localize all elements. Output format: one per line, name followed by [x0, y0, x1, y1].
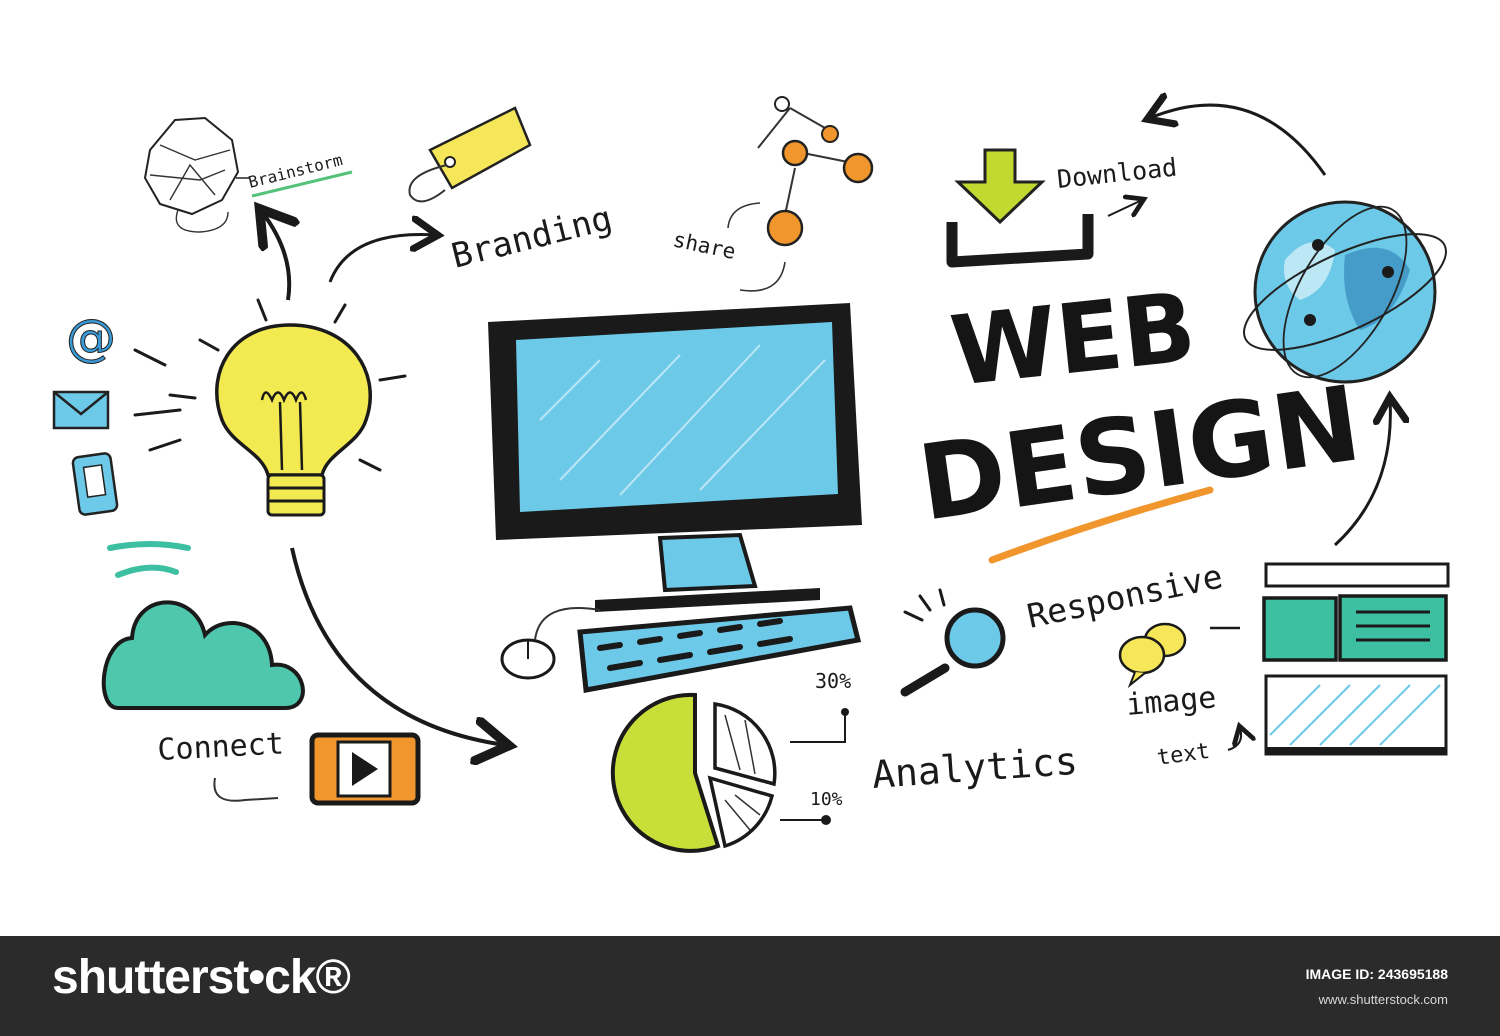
crumpled-paper-icon	[143, 116, 250, 233]
magnifier-icon	[900, 588, 1006, 697]
footer-bar: shutterst•ck® IMAGE ID: 243695188 www.sh…	[0, 936, 1500, 1036]
pie-chart-icon	[610, 692, 849, 853]
shutterstock-logo[interactable]: shutterst•ck®	[52, 950, 351, 1005]
connect-label: Connect	[157, 726, 285, 768]
image-label: image	[1125, 680, 1218, 723]
connect-cable	[213, 777, 279, 802]
at-sign-icon: @	[66, 309, 116, 367]
arrow-to-computer	[290, 547, 505, 745]
illustration: Brainstorm Branding share Download WEB D…	[52, 0, 1450, 853]
percent-10-label: 10%	[810, 789, 843, 810]
title-web: WEB	[946, 271, 1201, 408]
computer-icon	[488, 303, 862, 612]
share-label: share	[671, 227, 738, 264]
branding-label: Branding	[448, 198, 617, 276]
phone-icon	[71, 452, 119, 516]
download-label: Download	[1056, 153, 1179, 194]
lightbulb-icon	[133, 298, 407, 517]
mail-icon	[52, 390, 110, 430]
analytics-label: Analytics	[871, 739, 1079, 797]
site-url[interactable]: www.shutterstock.com	[1319, 992, 1448, 1007]
text-arrow	[1227, 728, 1241, 751]
image-id-label: IMAGE ID: 243695188	[1305, 966, 1448, 982]
arrow-to-brainstorm	[262, 212, 289, 301]
play-icon	[309, 732, 421, 806]
cloud-icon	[101, 541, 305, 710]
share-network-icon	[727, 96, 874, 292]
responsive-label: Responsive	[1024, 556, 1226, 635]
layout-wireframe-icon	[1262, 562, 1450, 756]
price-tag-icon	[408, 106, 532, 203]
speech-bubble-icon	[1118, 622, 1187, 689]
percent-30-label: 30%	[815, 669, 851, 693]
arrow-to-branding	[328, 235, 435, 283]
text-label: text	[1155, 739, 1211, 771]
arrow-download	[1107, 200, 1142, 216]
